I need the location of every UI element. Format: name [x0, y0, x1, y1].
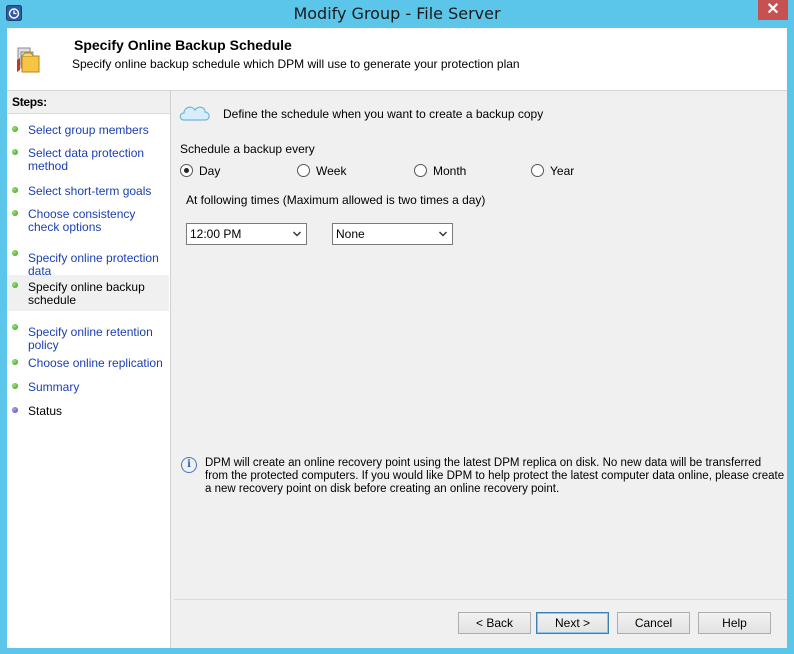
step-select-group-members[interactable]: Select group members	[7, 122, 169, 138]
step-complete-icon	[12, 187, 18, 193]
step-complete-icon	[12, 149, 18, 155]
protection-group-icon	[17, 47, 40, 73]
back-button[interactable]: < Back	[458, 612, 531, 634]
step-complete-icon	[12, 126, 18, 132]
schedule-label: Schedule a backup every	[180, 142, 315, 156]
info-icon: i	[181, 457, 197, 473]
radio-label[interactable]: Week	[316, 164, 346, 178]
close-button[interactable]: ✕	[758, 0, 788, 20]
page-title: Specify Online Backup Schedule	[74, 37, 292, 53]
radio-week[interactable]: Week	[297, 163, 367, 179]
step-label[interactable]: Specify online backup schedule	[28, 281, 167, 307]
step-complete-icon	[12, 383, 18, 389]
step-summary[interactable]: Summary	[7, 379, 169, 395]
step-select-short-term-goals[interactable]: Select short-term goals	[7, 183, 169, 199]
step-label[interactable]: Choose online replication	[28, 357, 167, 370]
info-message: DPM will create an online recovery point…	[205, 457, 785, 495]
time1-value: 12:00 PM	[190, 227, 242, 241]
step-specify-online-retention-policy[interactable]: Specify online retention policy	[7, 320, 169, 352]
radio-year[interactable]: Year	[531, 163, 601, 179]
title-bar[interactable]: Modify Group - File Server ✕	[0, 0, 794, 28]
time2-value: None	[336, 227, 365, 241]
window-title: Modify Group - File Server	[293, 4, 501, 23]
step-label[interactable]: Select data protection method	[28, 147, 167, 173]
step-label[interactable]: Choose consistency check options	[28, 208, 167, 234]
step-pending-icon	[12, 407, 18, 413]
step-label[interactable]: Select short-term goals	[28, 185, 167, 198]
step-specify-online-backup-schedule[interactable]: Specify online backup schedule	[7, 275, 169, 311]
chevron-down-icon	[439, 231, 447, 237]
step-choose-consistency-check[interactable]: Choose consistency check options	[7, 206, 169, 236]
time2-select[interactable]: None	[332, 223, 453, 245]
step-complete-icon	[12, 324, 18, 330]
step-status: Status	[7, 403, 169, 419]
steps-sidebar: Steps: Select group members Select data …	[7, 91, 171, 648]
radio-label[interactable]: Day	[199, 164, 220, 178]
time1-select[interactable]: 12:00 PM	[186, 223, 307, 245]
chevron-down-icon	[293, 231, 301, 237]
cloud-icon	[179, 106, 210, 121]
step-complete-icon	[12, 210, 18, 216]
step-complete-icon	[12, 359, 18, 365]
help-button[interactable]: Help	[698, 612, 771, 634]
radio-circle[interactable]	[297, 164, 310, 177]
wizard-footer: < Back Next > Cancel Help	[174, 600, 787, 648]
step-label[interactable]: Select group members	[28, 124, 167, 137]
radio-day[interactable]: Day	[180, 163, 240, 179]
step-label: Status	[28, 404, 63, 418]
radio-month[interactable]: Month	[414, 163, 484, 179]
steps-heading: Steps:	[7, 91, 170, 114]
step-select-data-protection-method[interactable]: Select data protection method	[7, 145, 169, 175]
cancel-button[interactable]: Cancel	[617, 612, 690, 634]
wizard-header: Specify Online Backup Schedule Specify o…	[7, 28, 787, 91]
close-icon: ✕	[766, 1, 780, 18]
dialog-client: Specify Online Backup Schedule Specify o…	[7, 28, 787, 648]
step-specify-online-protection-data[interactable]: Specify online protection data	[7, 246, 169, 278]
times-label: At following times (Maximum allowed is t…	[186, 193, 486, 207]
page-subtitle: Specify online backup schedule which DPM…	[72, 57, 520, 71]
step-complete-icon	[12, 282, 18, 288]
step-label[interactable]: Specify online retention policy	[28, 326, 167, 352]
main-panel: Define the schedule when you want to cre…	[174, 91, 787, 599]
define-schedule-text: Define the schedule when you want to cre…	[223, 107, 544, 121]
radio-circle[interactable]	[531, 164, 544, 177]
step-complete-icon	[12, 250, 18, 256]
next-button[interactable]: Next >	[536, 612, 609, 634]
step-choose-online-replication[interactable]: Choose online replication	[7, 355, 169, 371]
radio-label[interactable]: Year	[550, 164, 574, 178]
radio-label[interactable]: Month	[433, 164, 466, 178]
radio-circle[interactable]	[180, 164, 193, 177]
dialog-window: Modify Group - File Server ✕ Specify Onl…	[0, 0, 794, 654]
radio-circle[interactable]	[414, 164, 427, 177]
step-label[interactable]: Summary	[28, 381, 167, 394]
